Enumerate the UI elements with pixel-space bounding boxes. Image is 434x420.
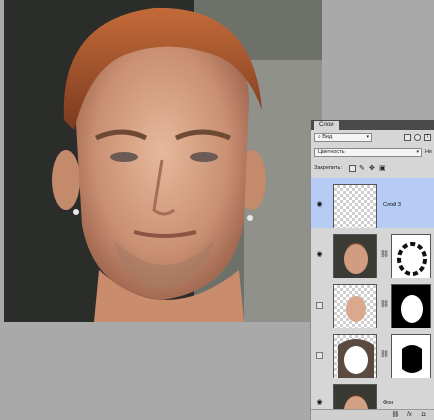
- layer-thumbnail[interactable]: [333, 234, 377, 280]
- chain-link-icon[interactable]: ⛓: [380, 300, 389, 308]
- layer-thumbnail[interactable]: [333, 284, 377, 330]
- layer-mask-thumbnail[interactable]: [391, 234, 431, 280]
- layer-thumbnail[interactable]: [333, 334, 377, 380]
- kind-filter-value: Вид: [322, 134, 333, 140]
- chain-link-icon[interactable]: ⛓: [380, 250, 389, 258]
- chevron-down-icon: ▾: [416, 149, 419, 155]
- face-thumbnail-image: [344, 243, 368, 274]
- lock-row: Закрепить: ✎ ✥ ▣: [311, 164, 434, 174]
- filter-image-icon[interactable]: [404, 134, 411, 141]
- panel-bottom-toolbar: ⛓ fx ◘: [311, 409, 434, 420]
- layers-panel: Слои ⌕ Вид ▾ T Цветность ▾ Не Закрепить:…: [310, 120, 434, 420]
- panel-tab-bar: Слои: [311, 120, 434, 130]
- face-thumbnail-image: [346, 296, 366, 322]
- layer-name[interactable]: Фон: [383, 400, 393, 406]
- visibility-toggle[interactable]: [316, 352, 323, 359]
- blend-row: Цветность ▾ Не: [311, 147, 434, 158]
- layer-thumbnail[interactable]: [333, 184, 377, 230]
- eye-icon[interactable]: ◉: [315, 200, 324, 209]
- eye-icon[interactable]: ◉: [315, 398, 324, 407]
- layer-row[interactable]: ◉ Фон: [311, 378, 434, 409]
- lock-label: Закрепить:: [314, 165, 342, 171]
- fx-icon[interactable]: fx: [405, 411, 414, 419]
- lock-move-icon[interactable]: ✥: [369, 164, 375, 172]
- face-thumbnail-image: [338, 339, 374, 379]
- eye-icon[interactable]: ◉: [315, 250, 324, 259]
- mask-image: [397, 242, 427, 276]
- face-thumbnail-image: [344, 395, 368, 409]
- link-layers-icon[interactable]: ⛓: [391, 411, 400, 419]
- layer-mask-thumbnail[interactable]: [391, 334, 431, 380]
- layer-mask-thumbnail[interactable]: [391, 284, 431, 330]
- visibility-toggle[interactable]: [316, 302, 323, 309]
- chevron-down-icon: ▾: [366, 134, 369, 140]
- filter-adjustment-icon[interactable]: [414, 134, 421, 141]
- layer-thumbnail[interactable]: [333, 384, 377, 409]
- opacity-label: Не: [425, 149, 433, 155]
- filter-row: ⌕ Вид ▾ T: [311, 132, 434, 143]
- blend-mode-value: Цветность: [318, 149, 345, 155]
- tab-layers[interactable]: Слои: [314, 121, 339, 130]
- layer-name[interactable]: Слой 3: [383, 202, 401, 208]
- mask-image: [402, 345, 422, 373]
- blend-mode-select[interactable]: Цветность ▾: [314, 148, 422, 157]
- lock-brush-icon[interactable]: ✎: [359, 164, 365, 172]
- document-canvas[interactable]: [4, 0, 322, 322]
- filter-type-icon[interactable]: T: [424, 134, 431, 141]
- lock-transparency-icon[interactable]: [349, 165, 356, 172]
- layers-list: ◉ Слой 3 ◉ ⛓ ⛓ ⛓ ◉ Фон: [311, 178, 434, 409]
- lock-all-icon[interactable]: ▣: [379, 164, 386, 172]
- add-mask-icon[interactable]: ◘: [419, 411, 428, 419]
- chain-link-icon[interactable]: ⛓: [380, 350, 389, 358]
- portrait-photo: [4, 0, 322, 322]
- kind-filter-select[interactable]: ⌕ Вид ▾: [314, 133, 372, 142]
- mask-image: [401, 295, 423, 323]
